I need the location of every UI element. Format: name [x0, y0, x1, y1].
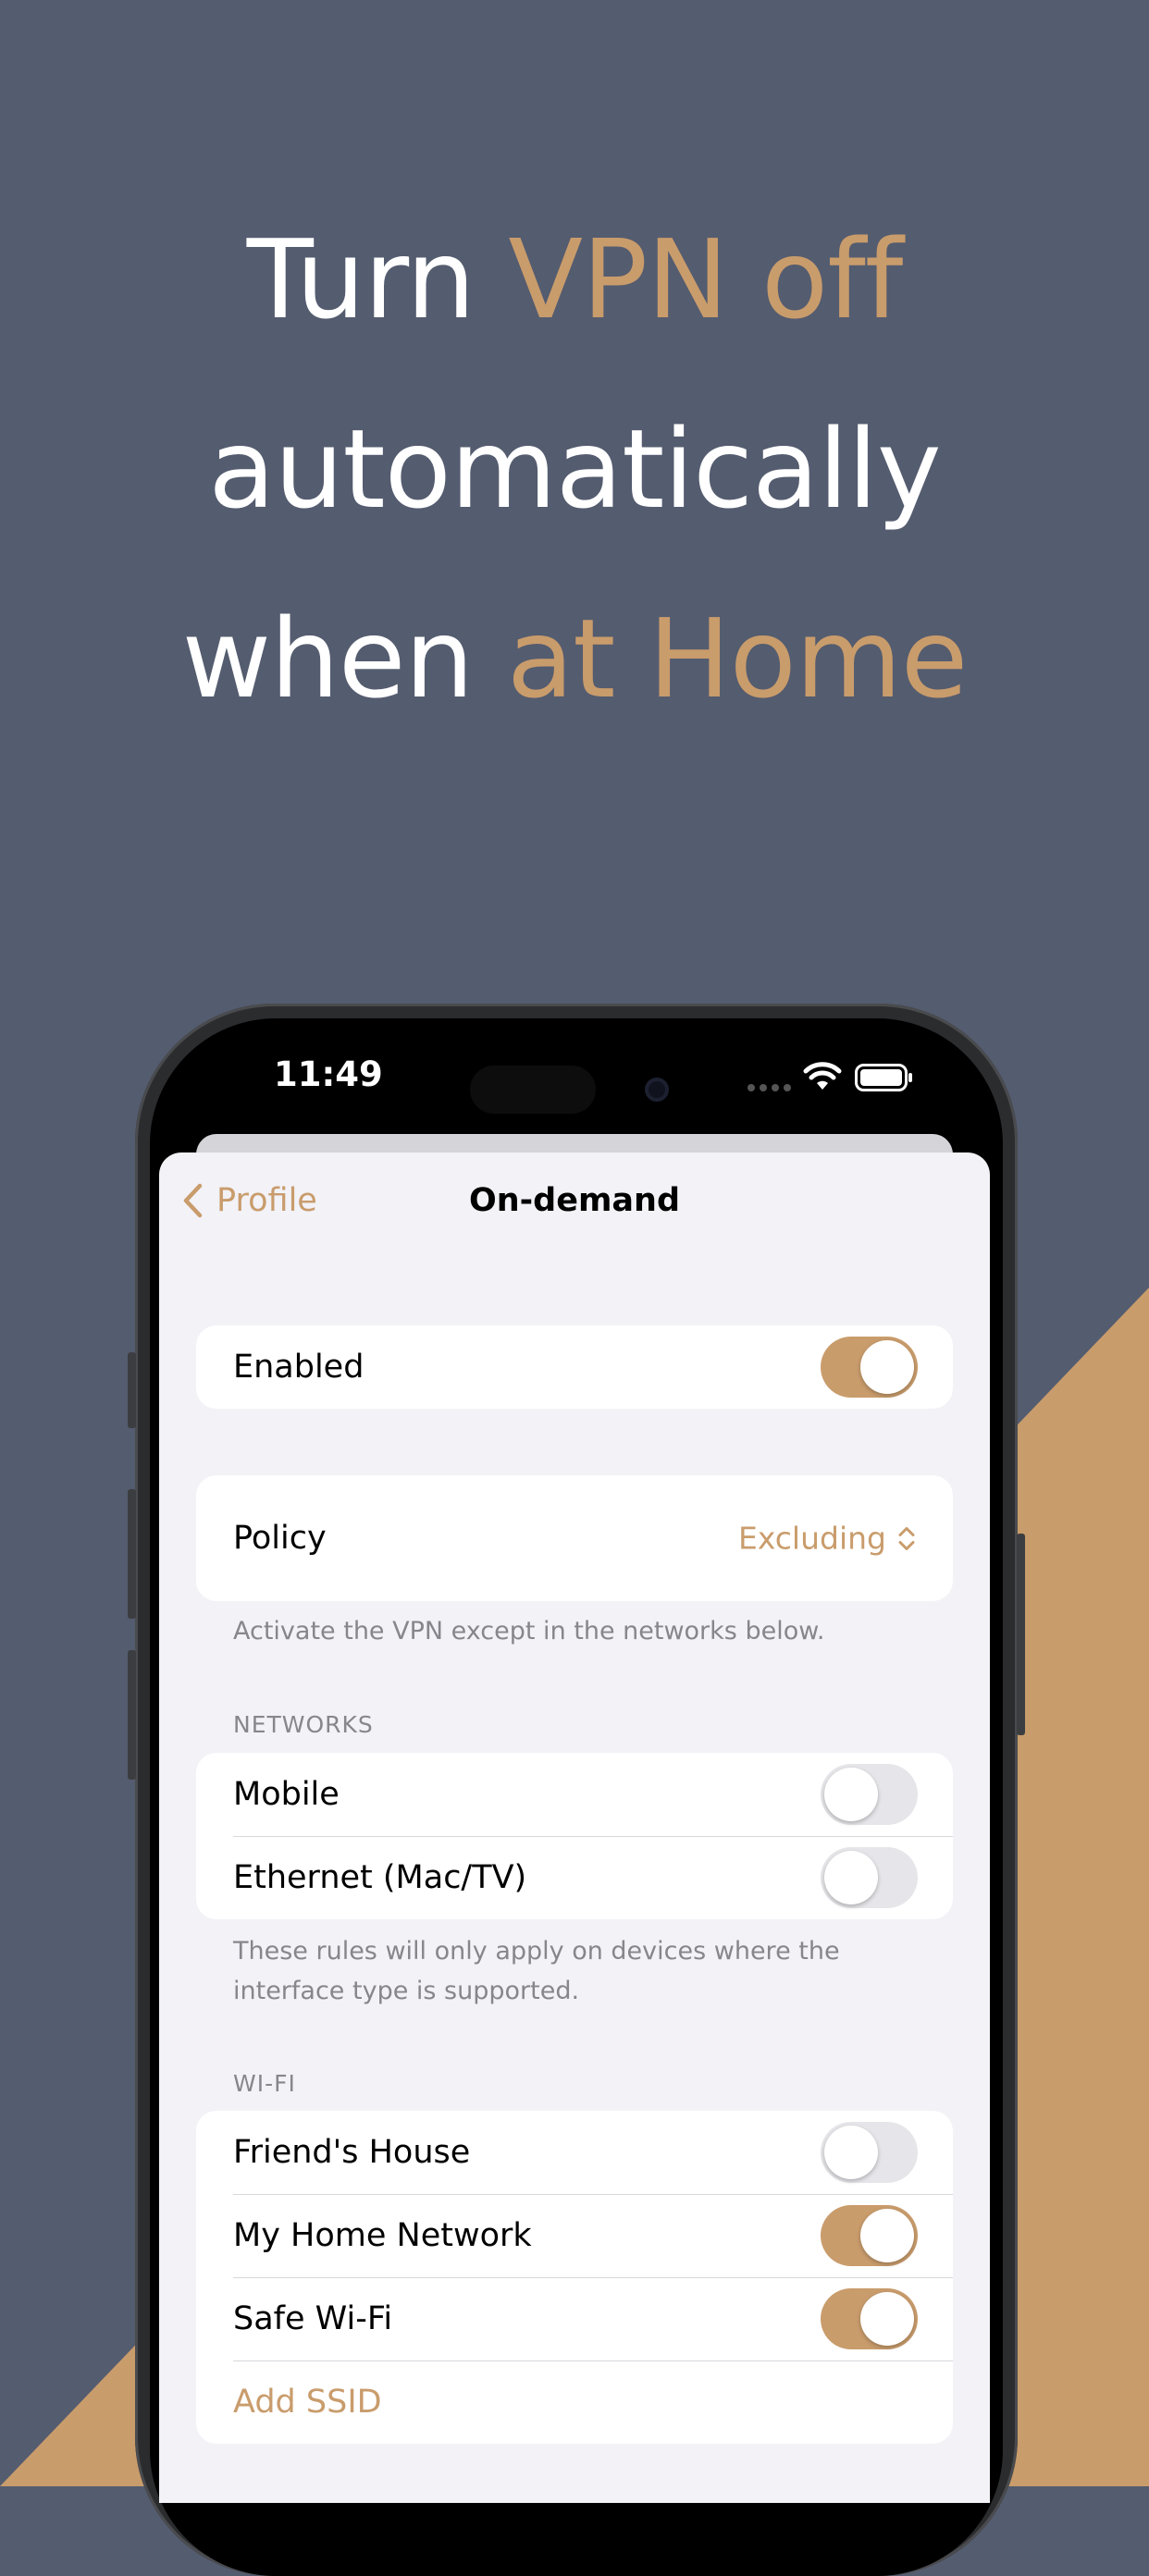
- headline-line-1: Turn VPN off: [246, 216, 904, 343]
- wifi-icon: [803, 1062, 842, 1090]
- networks-group: Mobile Ethernet (Mac/TV): [196, 1753, 953, 1919]
- wifi-row-safe-wifi: Safe Wi-Fi: [196, 2277, 953, 2360]
- network-row-mobile: Mobile: [196, 1753, 953, 1836]
- networks-header: NETWORKS: [233, 1711, 374, 1738]
- phone-power-button: [1017, 1534, 1025, 1735]
- friends-house-toggle[interactable]: [821, 2122, 918, 2183]
- phone-mute-button: [128, 1352, 136, 1428]
- enabled-group: Enabled: [196, 1325, 953, 1409]
- wifi-group: Friend's House My Home Network Safe Wi-F…: [196, 2111, 953, 2444]
- policy-row[interactable]: Policy Excluding: [196, 1475, 953, 1601]
- policy-value: Excluding: [737, 1520, 886, 1557]
- wifi-header: WI-FI: [233, 2070, 296, 2097]
- wifi-row-friends-house: Friend's House: [196, 2111, 953, 2194]
- headline: Turn VPN off automatically when at Home: [0, 185, 1149, 754]
- enabled-toggle[interactable]: [821, 1337, 918, 1398]
- enabled-row: Enabled: [196, 1325, 953, 1409]
- dynamic-island: [470, 1066, 596, 1114]
- add-ssid-button[interactable]: Add SSID: [196, 2360, 953, 2444]
- status-time: 11:49: [274, 1054, 383, 1094]
- add-ssid-label: Add SSID: [233, 2384, 382, 2421]
- networks-footnote: These rules will only apply on devices w…: [233, 1937, 840, 2005]
- page-title: On-demand: [468, 1182, 681, 1219]
- headline-line-2: automatically: [208, 405, 941, 533]
- mobile-toggle[interactable]: [821, 1764, 918, 1825]
- policy-footnote: Activate the VPN except in the networks …: [233, 1617, 825, 1645]
- phone-volume-down-button: [128, 1650, 136, 1780]
- battery-icon: [855, 1064, 912, 1091]
- safe-wifi-toggle[interactable]: [821, 2288, 918, 2349]
- camera-icon: [645, 1078, 669, 1102]
- network-row-ethernet: Ethernet (Mac/TV): [196, 1836, 953, 1919]
- headline-line-3: when at Home: [181, 595, 969, 722]
- my-home-network-toggle[interactable]: [821, 2205, 918, 2266]
- policy-group: Policy Excluding: [196, 1475, 953, 1601]
- on-demand-sheet: Profile On-demand Enabled Policy Excludi…: [159, 1152, 990, 2503]
- policy-picker[interactable]: Excluding: [738, 1521, 916, 1557]
- ethernet-toggle[interactable]: [821, 1847, 918, 1908]
- phone-volume-up-button: [128, 1489, 136, 1619]
- chevron-up-down-icon: [898, 1526, 915, 1550]
- cellular-signal-icon: [747, 1084, 791, 1091]
- wifi-row-my-home-network: My Home Network: [196, 2194, 953, 2277]
